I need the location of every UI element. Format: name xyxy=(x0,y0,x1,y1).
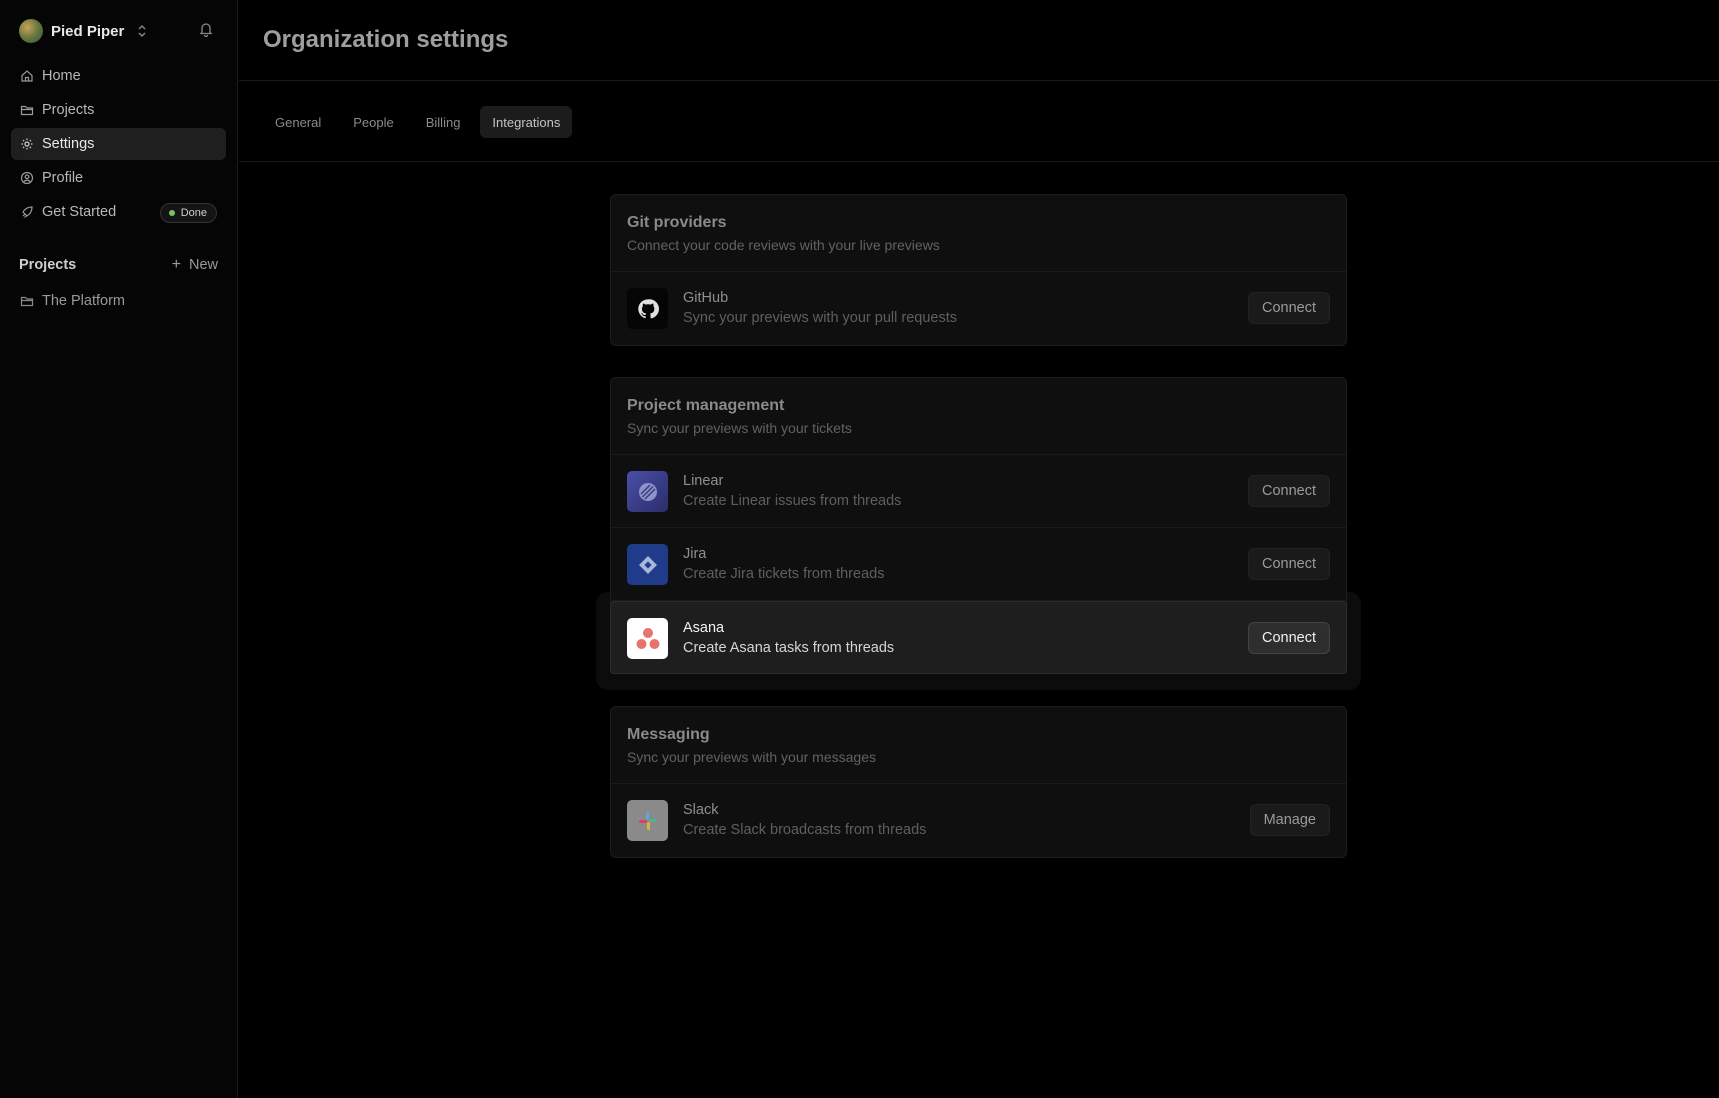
section-subtitle: Connect your code reviews with your live… xyxy=(627,237,940,253)
section-title: Messaging xyxy=(627,726,710,743)
integration-name: Jira xyxy=(683,546,707,562)
section-subtitle: Sync your previews with your messages xyxy=(627,749,876,765)
status-badge: Done xyxy=(159,203,217,223)
sidebar-item-get-started[interactable]: Get Started Done xyxy=(11,196,226,228)
new-project-label: New xyxy=(188,257,218,273)
integration-description: Create Jira tickets from threads xyxy=(683,566,885,582)
section-title: Git providers xyxy=(627,214,727,231)
slack-icon xyxy=(627,800,668,841)
section-title: Project management xyxy=(627,397,785,414)
projects-section-title: Projects xyxy=(19,257,77,273)
new-project-button[interactable]: + New xyxy=(172,256,218,274)
integration-description: Create Linear issues from threads xyxy=(683,493,902,509)
tab-bar: General People Billing Integrations xyxy=(239,81,1719,162)
sidebar-nav: Home Projects Settings Profile Get Start… xyxy=(11,60,226,230)
status-dot xyxy=(168,210,175,216)
sidebar-item-projects[interactable]: Projects xyxy=(11,94,226,126)
sidebar-item-label: Settings xyxy=(42,136,95,152)
main-content: Organization settings General People Bil… xyxy=(239,0,1719,1098)
home-icon xyxy=(21,70,33,82)
section-header: Messaging Sync your previews with your m… xyxy=(611,707,1346,784)
jira-icon xyxy=(627,544,668,585)
integration-row-linear: Linear Create Linear issues from threads… xyxy=(611,455,1346,528)
org-name: Pied Piper xyxy=(51,22,125,40)
sidebar-item-home[interactable]: Home xyxy=(11,60,226,92)
sidebar-item-label: Get Started xyxy=(42,204,117,220)
integration-row-jira: Jira Create Jira tickets from threads Co… xyxy=(611,528,1346,601)
linear-icon xyxy=(627,471,668,512)
sidebar: Pied Piper Home Projects Settings Profil… xyxy=(0,0,238,1098)
connect-github-button[interactable]: Connect xyxy=(1247,292,1330,324)
integration-description: Sync your previews with your pull reques… xyxy=(683,310,958,326)
section-header: Git providers Connect your code reviews … xyxy=(611,195,1346,272)
integration-row-github: GitHub Sync your previews with your pull… xyxy=(611,272,1346,345)
folder-icon xyxy=(20,105,34,116)
connect-linear-button[interactable]: Connect xyxy=(1247,475,1330,507)
integration-row-slack: Slack Create Slack broadcasts from threa… xyxy=(611,784,1346,857)
section-project-management: Project management Sync your previews wi… xyxy=(610,377,1347,674)
sidebar-item-settings[interactable]: Settings xyxy=(11,128,226,160)
sidebar-project-the-platform[interactable]: The Platform xyxy=(11,285,226,317)
integration-name: GitHub xyxy=(683,290,729,306)
rocket-icon xyxy=(22,206,33,218)
integration-name: Asana xyxy=(683,620,725,636)
connect-asana-button[interactable]: Connect xyxy=(1247,622,1330,654)
section-subtitle: Sync your previews with your tickets xyxy=(627,420,852,436)
plus-icon: + xyxy=(171,256,181,273)
integration-description: Create Asana tasks from threads xyxy=(683,640,895,656)
sidebar-item-label: Projects xyxy=(42,102,95,118)
status-badge-label: Done xyxy=(180,207,207,219)
folder-icon xyxy=(20,296,34,307)
sidebar-item-profile[interactable]: Profile xyxy=(11,162,226,194)
sidebar-project-label: The Platform xyxy=(42,293,125,309)
tab-integrations[interactable]: Integrations xyxy=(480,106,573,138)
page-header: Organization settings xyxy=(239,0,1719,81)
github-icon xyxy=(627,288,668,329)
bell-icon[interactable] xyxy=(199,21,215,39)
section-messaging: Messaging Sync your previews with your m… xyxy=(610,706,1347,858)
sidebar-item-label: Home xyxy=(42,68,81,84)
projects-section-header: Projects + New xyxy=(19,256,218,274)
gear-icon xyxy=(21,138,33,150)
manage-slack-button[interactable]: Manage xyxy=(1249,804,1330,836)
section-git-providers: Git providers Connect your code reviews … xyxy=(610,194,1347,346)
section-header: Project management Sync your previews wi… xyxy=(611,378,1346,455)
connect-jira-button[interactable]: Connect xyxy=(1247,548,1330,580)
page-title: Organization settings xyxy=(263,26,509,53)
org-avatar xyxy=(19,19,43,43)
integration-name: Linear xyxy=(683,473,724,489)
tab-billing[interactable]: Billing xyxy=(414,106,473,138)
integration-description: Create Slack broadcasts from threads xyxy=(683,822,927,838)
integration-name: Slack xyxy=(683,802,719,818)
asana-icon xyxy=(627,618,668,659)
chevron-up-down-icon xyxy=(136,23,148,39)
tab-general[interactable]: General xyxy=(263,106,333,138)
tab-people[interactable]: People xyxy=(341,106,405,138)
org-switcher[interactable]: Pied Piper xyxy=(19,18,219,44)
sidebar-item-label: Profile xyxy=(42,170,84,186)
user-circle-icon xyxy=(20,171,34,185)
integration-row-asana: Asana Create Asana tasks from threads Co… xyxy=(610,601,1347,674)
